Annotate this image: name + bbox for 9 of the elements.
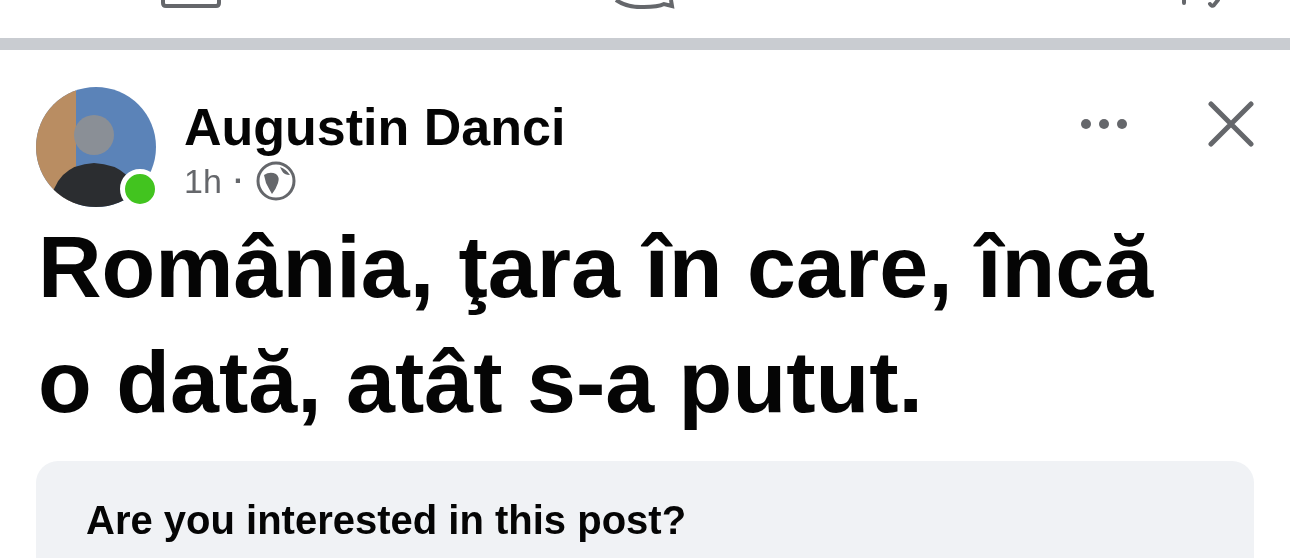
author-name[interactable]: Augustin Danci xyxy=(184,99,1080,155)
more-options-icon[interactable] xyxy=(1080,117,1128,131)
separator-dot: · xyxy=(233,164,244,198)
feedback-question: Are you interested in this post? xyxy=(86,497,687,543)
close-icon[interactable] xyxy=(1208,101,1254,147)
globe-icon xyxy=(255,161,296,201)
comment-bubble-icon[interactable] xyxy=(614,0,676,9)
post-time[interactable]: 1h xyxy=(184,161,222,201)
post-text: România, ţara în care, încă o dată, atât s-a putut. xyxy=(38,216,1155,433)
